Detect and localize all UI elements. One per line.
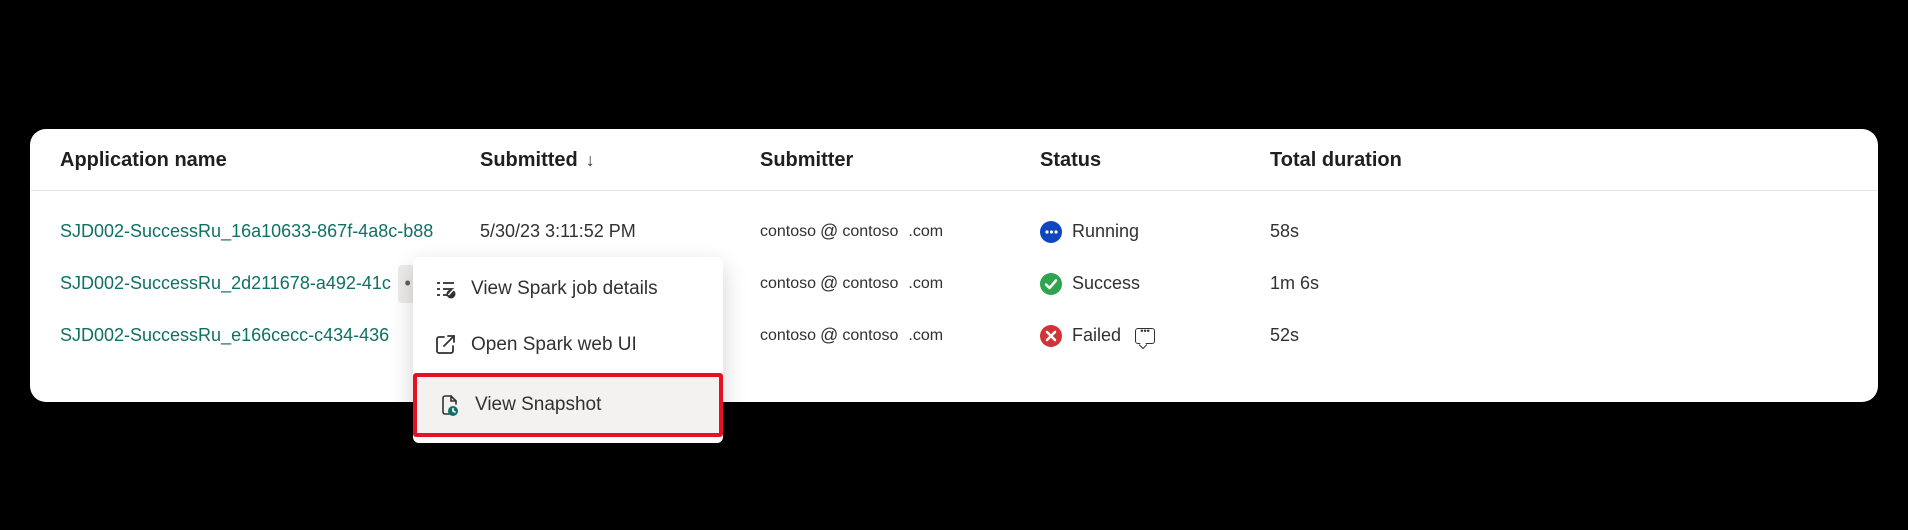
submitted-timestamp: 5/30/23 3:11:52 PM <box>480 221 636 242</box>
menu-item-label: Open Spark web UI <box>471 334 637 356</box>
external-link-icon <box>433 333 457 357</box>
column-header-label: Status <box>1040 149 1101 172</box>
column-header-name[interactable]: Application name <box>60 149 480 172</box>
list-details-icon <box>433 277 457 301</box>
duration-value: 52s <box>1270 325 1299 346</box>
submitter-domain: contoso <box>842 223 898 241</box>
application-name-link[interactable]: SJD002-SuccessRu_16a10633-867f-4a8c-b88 <box>60 221 433 242</box>
table-row: SJD002-SuccessRu_16a10633-867f-4a8c-b88 … <box>60 206 1848 258</box>
checkmark-circle-icon <box>1040 273 1062 295</box>
submitter-tld: .com <box>908 327 943 345</box>
table-row: SJD002-SuccessRu_e166cecc-c434-436 conto… <box>60 310 1848 362</box>
document-history-icon <box>437 393 461 417</box>
status-label: Running <box>1072 221 1139 242</box>
error-circle-icon <box>1040 325 1062 347</box>
submitter-user: contoso <box>760 327 816 345</box>
at-symbol: @ <box>820 221 838 242</box>
menu-item-label: View Snapshot <box>475 394 601 416</box>
status-cell: Failed <box>1040 325 1270 347</box>
table-header-row: Application name Submitted ↓ Submitter S… <box>30 129 1878 191</box>
column-header-label: Total duration <box>1270 149 1402 172</box>
submitter-domain: contoso <box>842 275 898 293</box>
running-icon <box>1040 221 1062 243</box>
submitter-tld: .com <box>908 275 943 293</box>
menu-item-view-snapshot[interactable]: View Snapshot <box>413 373 723 437</box>
column-header-submitted[interactable]: Submitted ↓ <box>480 149 760 172</box>
status-label: Failed <box>1072 325 1121 346</box>
status-cell: Running <box>1040 221 1270 243</box>
column-header-duration[interactable]: Total duration <box>1270 149 1848 172</box>
duration-value: 58s <box>1270 221 1299 242</box>
column-header-label: Application name <box>60 149 227 172</box>
submitter-user: contoso <box>760 223 816 241</box>
status-label: Success <box>1072 273 1140 294</box>
menu-item-view-details[interactable]: View Spark job details <box>413 261 723 317</box>
submitter-email: contoso @ contoso .com <box>760 273 1040 294</box>
status-cell: Success <box>1040 273 1270 295</box>
duration-value: 1m 6s <box>1270 273 1319 294</box>
at-symbol: @ <box>820 273 838 294</box>
comment-icon[interactable] <box>1135 328 1155 344</box>
applications-panel: Application name Submitted ↓ Submitter S… <box>30 129 1878 402</box>
at-symbol: @ <box>820 325 838 346</box>
column-header-label: Submitted <box>480 149 578 172</box>
sort-descending-icon: ↓ <box>586 150 595 171</box>
column-header-label: Submitter <box>760 149 853 172</box>
application-name-link[interactable]: SJD002-SuccessRu_2d211678-a492-41c <box>60 273 391 294</box>
submitter-domain: contoso <box>842 327 898 345</box>
submitter-tld: .com <box>908 223 943 241</box>
submitter-email: contoso @ contoso .com <box>760 325 1040 346</box>
row-context-menu: View Spark job details Open Spark web UI <box>413 257 723 443</box>
menu-item-label: View Spark job details <box>471 278 658 300</box>
table-row: SJD002-SuccessRu_2d211678-a492-41c ••• 5… <box>60 258 1848 310</box>
application-name-link[interactable]: SJD002-SuccessRu_e166cecc-c434-436 <box>60 325 389 346</box>
table-body: SJD002-SuccessRu_16a10633-867f-4a8c-b88 … <box>30 191 1878 402</box>
menu-item-open-web-ui[interactable]: Open Spark web UI <box>413 317 723 373</box>
column-header-submitter[interactable]: Submitter <box>760 149 1040 172</box>
column-header-status[interactable]: Status <box>1040 149 1270 172</box>
submitter-user: contoso <box>760 275 816 293</box>
submitter-email: contoso @ contoso .com <box>760 221 1040 242</box>
